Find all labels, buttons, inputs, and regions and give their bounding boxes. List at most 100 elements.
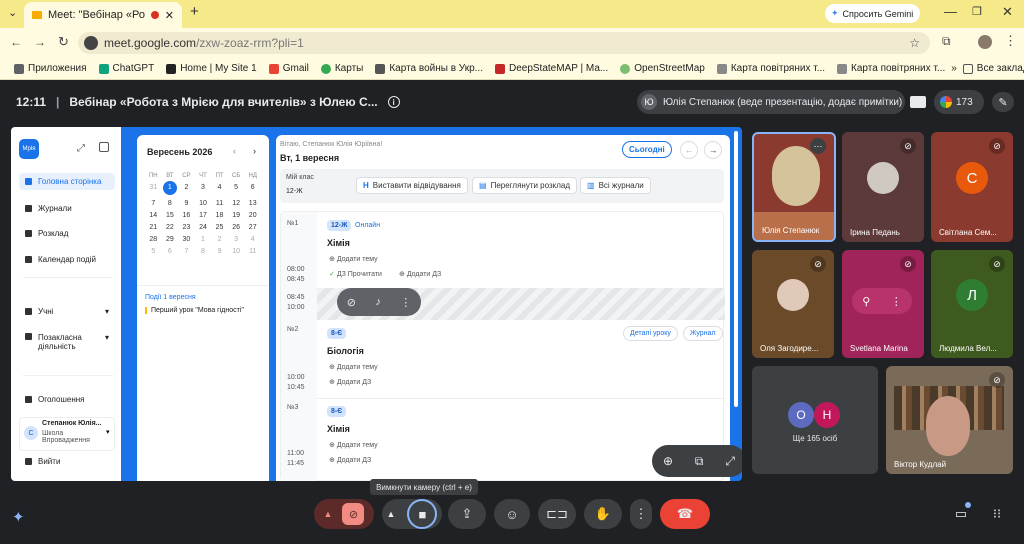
- calendar-day[interactable]: 22: [162, 224, 179, 231]
- calendar-day[interactable]: 31: [145, 184, 162, 195]
- add-topic-button[interactable]: ⊕ Додати тему: [329, 255, 378, 263]
- today-button[interactable]: Сьогодні: [622, 141, 672, 158]
- calendar-day[interactable]: 25: [211, 224, 228, 231]
- calendar-day[interactable]: 27: [244, 224, 261, 231]
- chrome-menu-icon[interactable]: ⋮: [1004, 33, 1017, 49]
- participant-tile[interactable]: ⊘ ⚲ ⋮ Svetlana Marina: [842, 250, 924, 358]
- prev-day-button[interactable]: ←: [680, 141, 698, 159]
- calendar-day[interactable]: 10: [195, 200, 212, 207]
- zoom-in-icon[interactable]: ⊕: [663, 454, 673, 468]
- mic-toggle[interactable]: ▲ ⊘: [314, 499, 374, 529]
- participant-tile[interactable]: ⋯ Юлія Степанюк: [752, 132, 836, 242]
- speaker-icon[interactable]: ♪: [375, 296, 381, 308]
- prev-month-icon[interactable]: ‹: [233, 146, 236, 156]
- lesson-details-button[interactable]: Деталі уроку: [623, 326, 678, 341]
- sidebar-toggle-icon[interactable]: [99, 142, 109, 152]
- bookmark-item[interactable]: Карты: [315, 63, 370, 74]
- participant-tile[interactable]: ⊘ С Світлана Сем...: [931, 132, 1013, 242]
- calendar-day[interactable]: 8: [195, 248, 212, 255]
- close-tab-icon[interactable]: ✕: [165, 9, 174, 22]
- close-window-icon[interactable]: ✕: [1002, 4, 1013, 20]
- new-tab-button[interactable]: +: [190, 3, 199, 20]
- bookmark-item[interactable]: Карта повітряних т...: [831, 63, 951, 74]
- browser-tab[interactable]: Meet: "Вебінар «Робота з М ✕: [24, 2, 182, 28]
- calendar-day[interactable]: 21: [145, 224, 162, 231]
- minimize-icon[interactable]: —: [944, 4, 957, 19]
- bookmark-item[interactable]: Карта войны в Укр...: [369, 63, 489, 74]
- calendar-day[interactable]: 7: [178, 248, 195, 255]
- calendar-day[interactable]: 3: [228, 236, 245, 243]
- sidebar-item-announcements[interactable]: Оголошення: [19, 391, 115, 408]
- calendar-day[interactable]: 19: [228, 212, 245, 219]
- participant-tile[interactable]: ⊘ Ірина Педань: [842, 132, 924, 242]
- extensions-icon[interactable]: ⧉: [942, 34, 951, 49]
- calendar-day[interactable]: 8: [162, 200, 179, 207]
- participant-tile[interactable]: ⊘ Оля Загодире...: [752, 250, 834, 358]
- scrollbar[interactable]: [734, 131, 738, 407]
- leave-call-button[interactable]: ☎: [660, 499, 710, 529]
- forward-icon[interactable]: →: [34, 35, 46, 49]
- raise-hand-button[interactable]: ✋: [584, 499, 622, 529]
- calendar-day[interactable]: 26: [228, 224, 245, 231]
- others-tile[interactable]: О Н Ще 165 осіб: [752, 366, 878, 474]
- calendar-day[interactable]: 13: [244, 200, 261, 207]
- homework-item[interactable]: ✓ ДЗ Прочитати: [329, 270, 382, 278]
- calendar-day[interactable]: 2: [178, 184, 195, 195]
- all-journals-button[interactable]: ▥ Всі журнали: [580, 177, 651, 194]
- calendar-day[interactable]: 5: [145, 248, 162, 255]
- activities-button[interactable]: ⁝⁝: [982, 499, 1012, 529]
- calendar-day[interactable]: 14: [145, 212, 162, 219]
- calendar-day[interactable]: 2: [211, 236, 228, 243]
- add-homework-button[interactable]: ⊕ Додати ДЗ: [329, 378, 371, 386]
- chevron-up-icon[interactable]: ▲: [387, 509, 396, 519]
- view-schedule-button[interactable]: ▤ Переглянути розклад: [472, 177, 578, 194]
- calendar-day[interactable]: 4: [211, 184, 228, 195]
- calendar-day[interactable]: 9: [178, 200, 195, 207]
- fullscreen-icon[interactable]: ⤢: [725, 454, 735, 469]
- tab-list-icon[interactable]: ⌄: [8, 6, 17, 19]
- add-topic-button[interactable]: ⊕ Додати тему: [329, 441, 378, 449]
- participant-tile[interactable]: ⊘ Л Людмила Вел...: [931, 250, 1013, 358]
- bookmark-item[interactable]: Приложения: [8, 63, 93, 74]
- present-button[interactable]: ⇪: [448, 499, 486, 529]
- bookmark-item[interactable]: ChatGPT: [93, 63, 161, 74]
- calendar-day[interactable]: 23: [178, 224, 195, 231]
- calendar-day[interactable]: 20: [244, 212, 261, 219]
- calendar-day[interactable]: 17: [195, 212, 212, 219]
- bookmark-star-icon[interactable]: ☆: [909, 36, 920, 50]
- next-month-icon[interactable]: ›: [253, 146, 256, 156]
- logout-button[interactable]: Вийти: [19, 453, 115, 470]
- sidebar-item-schedule[interactable]: Розклад: [19, 225, 115, 242]
- calendar-day[interactable]: 3: [195, 184, 212, 195]
- next-day-button[interactable]: →: [704, 141, 722, 159]
- restore-icon[interactable]: ❐: [972, 5, 982, 18]
- calendar-day[interactable]: 24: [195, 224, 212, 231]
- journal-button[interactable]: Журнал: [683, 326, 723, 341]
- calendar-day[interactable]: 1: [195, 236, 212, 243]
- bookmark-item[interactable]: DeepStateMAP | Ма...: [489, 63, 614, 74]
- calendar-day[interactable]: 30: [178, 236, 195, 243]
- back-icon[interactable]: ←: [10, 35, 22, 49]
- calendar-day[interactable]: 15: [162, 212, 179, 219]
- gemini-icon[interactable]: ✦: [12, 508, 25, 526]
- participants-button[interactable]: 173: [934, 90, 984, 114]
- more-options-icon[interactable]: ⋯: [810, 138, 826, 154]
- calendar-day[interactable]: 7: [145, 200, 162, 207]
- event-item[interactable]: Перший урок "Мова гідності": [145, 307, 244, 314]
- pin-icon[interactable]: ⚲: [862, 295, 870, 308]
- more-options-icon[interactable]: ⋮: [400, 296, 411, 309]
- profile-avatar[interactable]: [978, 35, 992, 49]
- more-options-button[interactable]: ⋮: [630, 499, 652, 529]
- calendar-day[interactable]: 5: [228, 184, 245, 195]
- calendar-day[interactable]: 6: [162, 248, 179, 255]
- sidebar-item-home[interactable]: Головна сторінка: [19, 173, 115, 190]
- calendar-day[interactable]: 28: [145, 236, 162, 243]
- captions-button[interactable]: ⊏⊐: [538, 499, 576, 529]
- sidebar-item-journals[interactable]: Журнали: [19, 200, 115, 217]
- participant-tile[interactable]: ⊘ Віктор Кудлай: [886, 366, 1013, 474]
- more-options-icon[interactable]: ⋮: [891, 295, 902, 308]
- pop-out-icon[interactable]: ⧉: [695, 454, 704, 469]
- calendar-day[interactable]: 29: [162, 236, 179, 243]
- add-homework-button[interactable]: ⊕ Додати ДЗ: [399, 270, 441, 278]
- all-bookmarks[interactable]: Все закладки: [957, 63, 1024, 74]
